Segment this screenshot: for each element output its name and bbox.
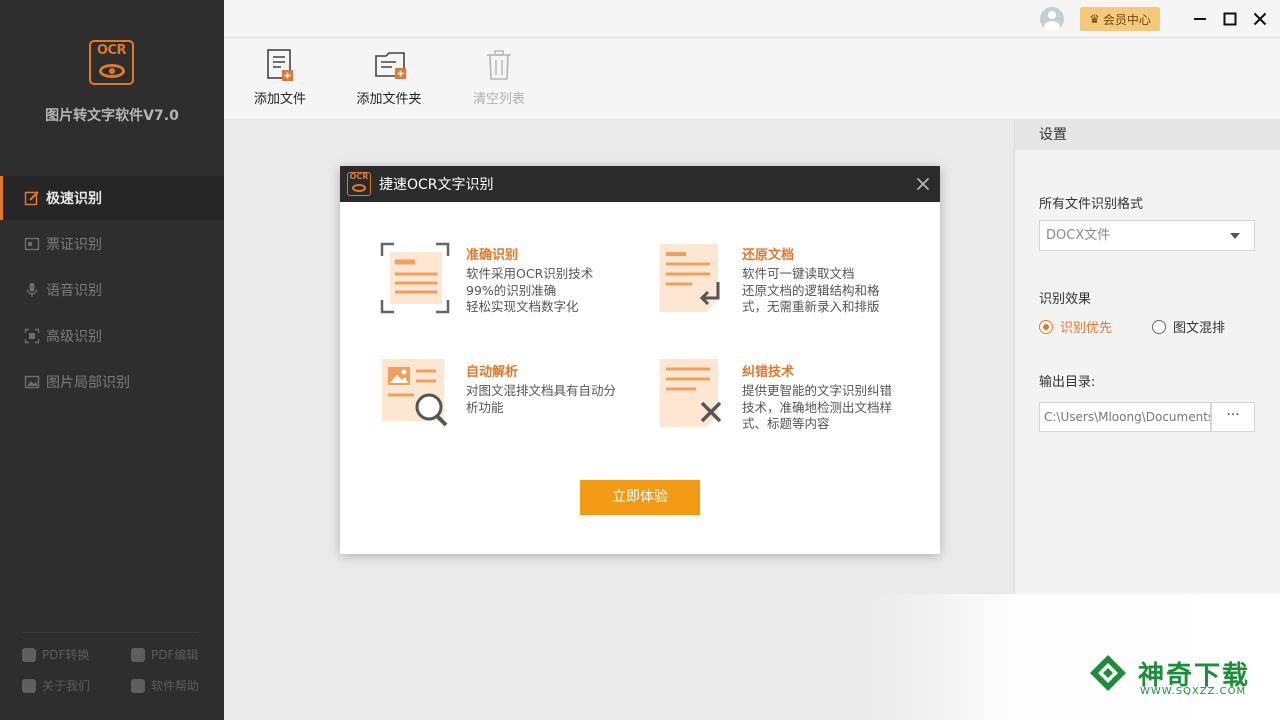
sidebar-item-advanced[interactable]: 高级识别: [0, 314, 224, 358]
about-icon: [22, 678, 36, 693]
clear-list-button[interactable]: 清空列表: [468, 48, 530, 107]
error-correction-icon: [656, 359, 726, 431]
format-label: 所有文件识别格式: [1039, 197, 1144, 212]
ticket-icon: [24, 236, 40, 252]
output-label: 输出目录:: [1039, 375, 1096, 390]
radio-label: 识别优先: [1060, 321, 1113, 336]
sidebar-item-ticket[interactable]: 票证识别: [0, 222, 224, 266]
toolbar: 添加文件 添加文件夹 清空列表: [224, 38, 1280, 120]
add-folder-button[interactable]: 添加文件夹: [352, 48, 426, 107]
effect-label: 识别效果: [1039, 292, 1092, 307]
sidebar-item-label: 高级识别: [46, 329, 102, 345]
maximize-icon: [1223, 12, 1237, 26]
sidebar-divider: [22, 632, 198, 633]
feature-desc: 提供更智能的文字识别纠错技术，准确地检测出文档样式、标题等内容: [742, 383, 893, 431]
logo-text: OCR: [96, 43, 127, 58]
title-bar: ♛ 会员中心: [224, 0, 1280, 38]
sidebar-item-label: 语音识别: [46, 283, 102, 299]
feature-title: 还原文档: [742, 248, 795, 263]
dialog-logo-text: OCR: [349, 172, 369, 181]
feature-title: 纠错技术: [742, 365, 795, 380]
trash-icon: [484, 48, 514, 82]
feature-title: 自动解析: [466, 365, 519, 380]
sidebar-item-fast-recognize[interactable]: 极速识别: [0, 176, 224, 220]
restore-document-icon: [656, 242, 726, 314]
feature-desc: 软件采用OCR识别技术 99%的识别准确 轻松实现文档数字化: [466, 266, 594, 314]
microphone-icon: [24, 282, 40, 298]
help-link[interactable]: 软件帮助: [131, 677, 199, 694]
add-folder-icon: [374, 48, 406, 82]
pdf-edit-label: PDF编辑: [151, 648, 199, 662]
add-file-label: 添加文件: [253, 92, 306, 107]
output-path-field[interactable]: C:\Users\Mloong\Documents: [1039, 402, 1211, 432]
member-center-label: 会员中心: [1102, 12, 1151, 27]
pdf-convert-icon: [22, 647, 36, 662]
sidebar: OCR 图片转文字软件V7.0 极速识别 票证识别 语音识别 高级识别 图片局部…: [0, 0, 224, 720]
image-region-icon: [24, 374, 40, 390]
app-name: 图片转文字软件V7.0: [45, 108, 179, 124]
user-avatar-icon[interactable]: [1040, 7, 1064, 31]
format-value: DOCX文件: [1046, 228, 1111, 243]
accurate-recognition-icon: [380, 242, 450, 314]
chevron-down-icon: [1230, 233, 1240, 239]
settings-header: 设置: [1015, 120, 1280, 150]
feature-desc: 对图文混排文档具有自动分析功能: [466, 383, 617, 415]
auto-parse-icon: [380, 359, 450, 431]
try-now-button[interactable]: 立即体验: [580, 480, 700, 515]
help-icon: [131, 678, 145, 693]
feature-desc: 软件可一键读取文档 还原文档的逻辑结构和格式，无需重新录入和排版: [742, 266, 880, 314]
clear-list-label: 清空列表: [472, 92, 525, 107]
ocr-logo-icon: OCR: [89, 40, 134, 85]
radio-unchecked-icon: [1152, 319, 1166, 334]
watermark-url: WWW.SQXZZ.COM: [1140, 686, 1247, 697]
effect-radio-recognition-first[interactable]: 识别优先: [1039, 317, 1112, 336]
ocr-intro-dialog: OCR 捷速OCR文字识别 准确识别 软件采用OCR识别技术 99%的识别准确 …: [340, 166, 940, 554]
dialog-header: OCR 捷速OCR文字识别: [340, 166, 940, 202]
member-center-button[interactable]: ♛ 会员中心: [1080, 7, 1160, 31]
radio-checked-icon: [1039, 319, 1053, 334]
dialog-close-button[interactable]: [914, 175, 932, 193]
dialog-title: 捷速OCR文字识别: [379, 177, 494, 193]
about-label: 关于我们: [42, 679, 91, 693]
pdf-convert-label: PDF转换: [42, 648, 90, 662]
sidebar-item-label: 票证识别: [46, 237, 102, 253]
add-folder-label: 添加文件夹: [356, 92, 422, 107]
effect-radio-mixed-layout[interactable]: 图文混排: [1152, 317, 1225, 336]
watermark-logo-icon: [1088, 653, 1128, 693]
sidebar-item-label: 极速识别: [46, 191, 102, 207]
add-file-button[interactable]: 添加文件: [250, 48, 310, 107]
maximize-button[interactable]: [1220, 9, 1240, 29]
add-file-icon: [265, 48, 295, 82]
minimize-icon: [1194, 18, 1206, 20]
advanced-icon: [24, 328, 40, 344]
close-button[interactable]: [1250, 9, 1270, 29]
radio-label: 图文混排: [1173, 321, 1226, 336]
sidebar-item-voice[interactable]: 语音识别: [0, 268, 224, 312]
pdf-edit-link[interactable]: PDF编辑: [131, 646, 198, 663]
minimize-button[interactable]: [1190, 9, 1210, 29]
close-icon: [916, 177, 930, 191]
sidebar-item-image-region[interactable]: 图片局部识别: [0, 360, 224, 404]
fast-recognize-icon: [24, 190, 40, 206]
about-link[interactable]: 关于我们: [22, 677, 90, 694]
browse-button[interactable]: ···: [1211, 402, 1255, 432]
sidebar-item-label: 图片局部识别: [46, 375, 130, 391]
pdf-edit-icon: [131, 647, 145, 662]
help-label: 软件帮助: [151, 679, 200, 693]
crown-icon: ♛: [1089, 12, 1100, 26]
format-select[interactable]: DOCX文件: [1039, 220, 1255, 251]
pdf-convert-link[interactable]: PDF转换: [22, 646, 89, 663]
feature-title: 准确识别: [466, 248, 519, 263]
close-icon: [1253, 12, 1267, 26]
ocr-logo-icon: OCR: [347, 172, 371, 196]
